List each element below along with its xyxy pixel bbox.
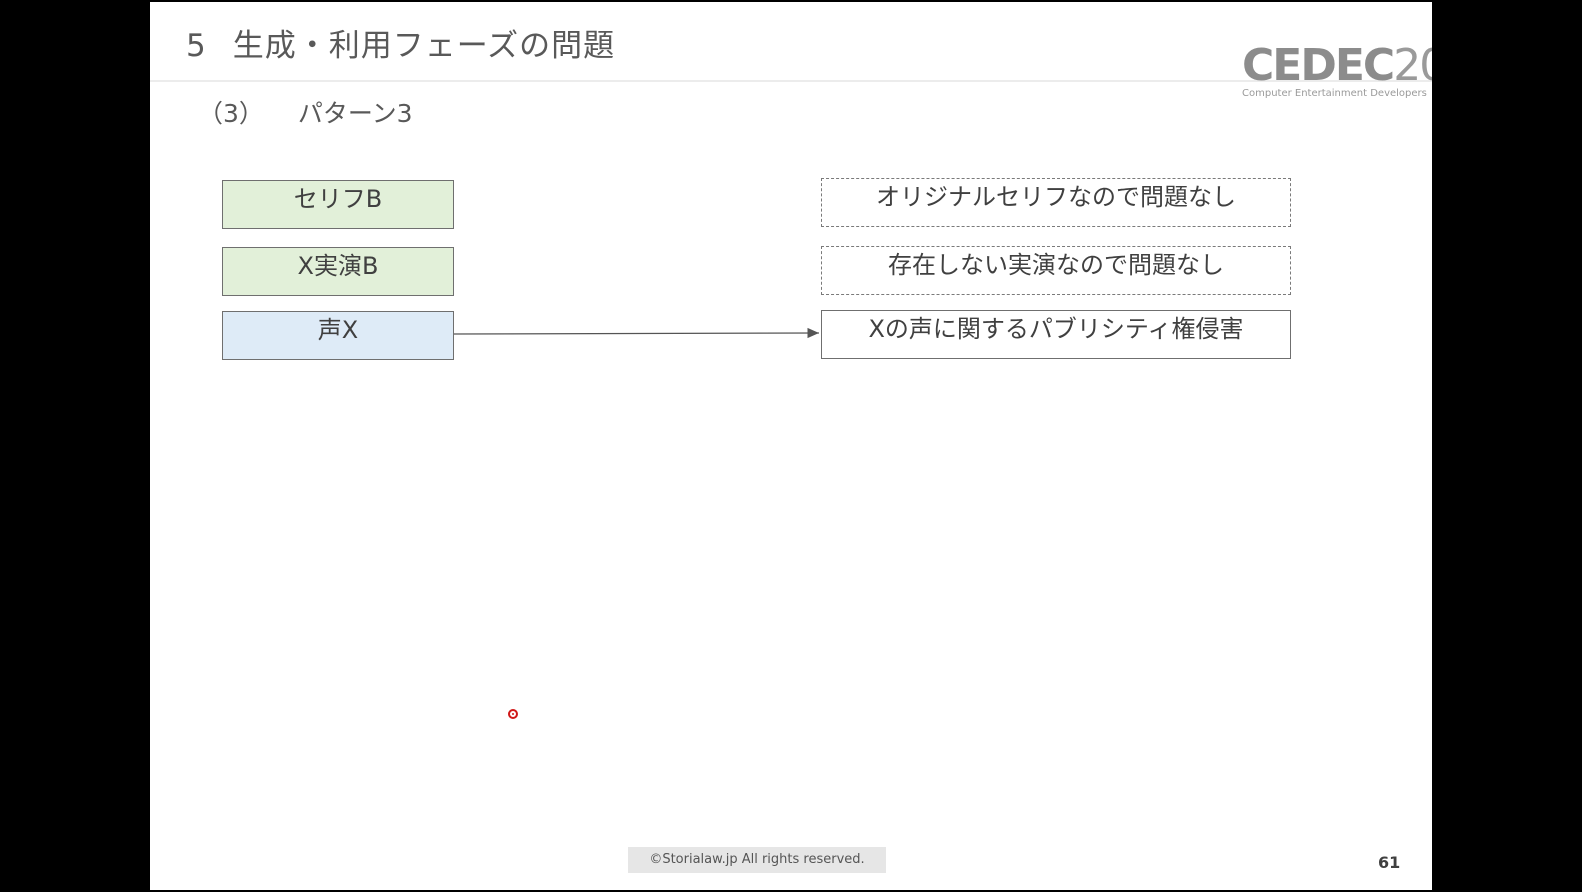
laser-pointer-dot xyxy=(508,709,518,719)
copyright-footer: ©Storialaw.jp All rights reserved. xyxy=(628,847,886,873)
connector-arrow xyxy=(453,327,820,339)
page-number: 61 xyxy=(1378,853,1401,872)
slide: 5生成・利用フェーズの問題 CEDEC2023 Computer Enterta… xyxy=(150,2,1432,890)
